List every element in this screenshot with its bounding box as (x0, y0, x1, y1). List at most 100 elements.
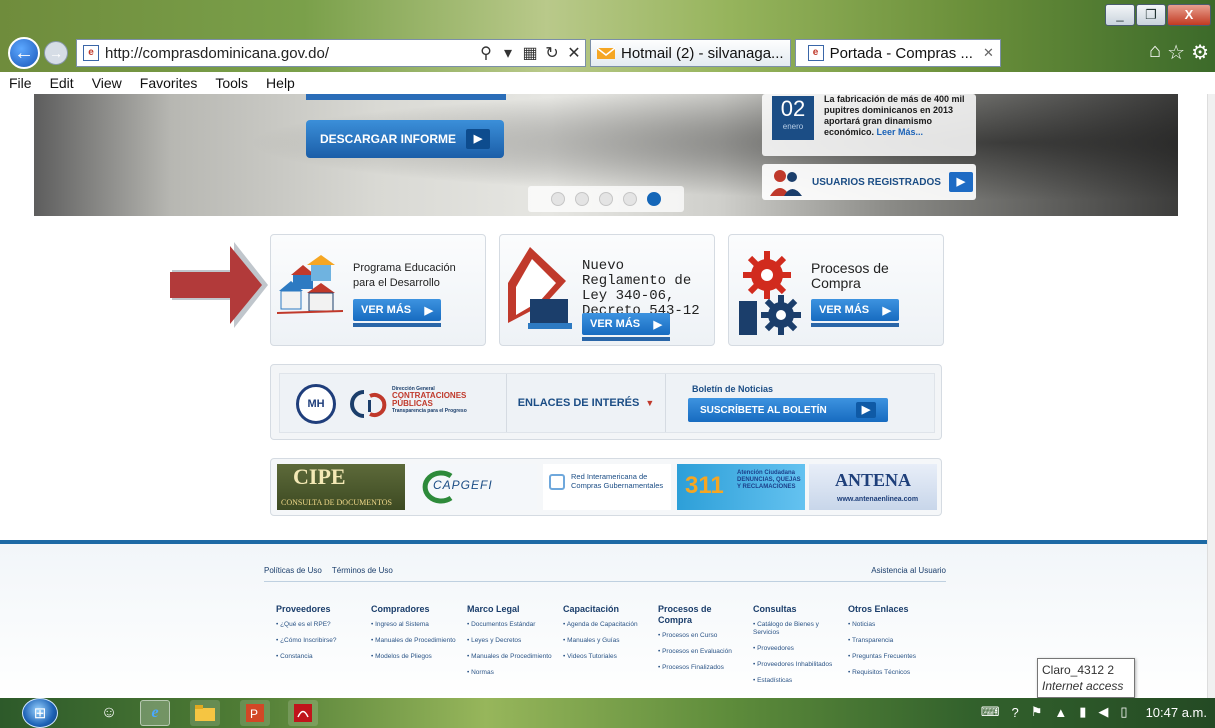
address-bar[interactable]: e http://comprasdominicana.gov.do/ ⚲ ▾ ▦… (76, 39, 586, 67)
search-icon[interactable]: ⚲ (475, 43, 497, 63)
tab-close-icon[interactable]: ✕ (983, 45, 994, 61)
footer-link[interactable]: • Procesos en Curso (658, 632, 744, 640)
start-button[interactable]: ⊞ (22, 698, 58, 728)
footer-link[interactable]: • Catálogo de Bienes y Servicios (753, 621, 839, 637)
address-url[interactable]: http://comprasdominicana.gov.do/ (105, 45, 475, 62)
cipe-logo[interactable]: CIPE CONSULTA DE DOCUMENTOS (277, 464, 405, 510)
play-arrow-icon: ▶ (466, 129, 490, 149)
links-panel-inner: MH Dirección General CONTRATACIONES PÚBL… (279, 373, 935, 433)
registered-users-button[interactable]: USUARIOS REGISTRADOS ▶ (762, 164, 976, 200)
links-of-interest-label: ENLACES DE INTERÉS (517, 397, 640, 409)
footer-link[interactable]: • Preguntas Frecuentes (848, 653, 934, 661)
dropdown-icon[interactable]: ▾ (497, 43, 519, 63)
promo-card-procesos[interactable]: Procesos de Compra VER MÁS ▶ (728, 234, 944, 346)
capgefi-logo[interactable]: CAPGEFI (409, 464, 537, 510)
page-scrollbar[interactable] (1207, 94, 1215, 698)
footer-link[interactable]: • Transparencia (848, 637, 934, 645)
menu-tools[interactable]: Tools (206, 75, 257, 91)
footer-link[interactable]: • Constancia (276, 653, 362, 661)
footer-column-otros-enlaces: Otros Enlaces • Noticias • Transparencia… (848, 604, 934, 685)
footer-link[interactable]: • ¿Qué es el RPE? (276, 621, 362, 629)
restore-button[interactable]: ❐ (1136, 4, 1166, 26)
download-report-button[interactable]: DESCARGAR INFORME ▶ (306, 120, 504, 158)
menu-help[interactable]: Help (257, 75, 304, 91)
footer-link[interactable]: • Procesos Finalizados (658, 664, 744, 672)
linea-311-logo[interactable]: 311 Atención Ciudadana DENUNCIAS, QUEJAS… (677, 464, 805, 510)
policies-link[interactable]: Políticas de Uso (264, 566, 322, 575)
menu-favorites[interactable]: Favorites (131, 75, 207, 91)
carousel-dot[interactable] (551, 192, 565, 206)
footer-link[interactable]: • Manuales de Procedimiento (371, 637, 457, 645)
ver-mas-button[interactable]: VER MÁS ▶ (811, 299, 899, 327)
carousel-dot-active[interactable] (647, 192, 661, 206)
power-icon[interactable]: ▯ (1120, 704, 1127, 720)
stop-icon[interactable]: ✕ (563, 43, 585, 63)
users-icon[interactable]: ☺ (94, 700, 124, 726)
system-tray: ⌨ ? ⚑ ▲ ▮ ◀ ▯ 10:47 a.m. (981, 704, 1207, 720)
volume-icon[interactable]: ◀ (1098, 704, 1108, 720)
footer-link[interactable]: • Agenda de Capacitación (563, 621, 649, 629)
links-of-interest-dropdown[interactable]: ENLACES DE INTERÉS ▼ (506, 374, 666, 432)
footer-link[interactable]: • Procesos en Evaluación (658, 648, 744, 656)
terms-link[interactable]: Términos de Uso (332, 566, 393, 575)
news-read-more-link[interactable]: Leer Más... (877, 127, 924, 137)
ver-mas-button[interactable]: VER MÁS ▶ (353, 299, 441, 327)
carousel-dot[interactable] (575, 192, 589, 206)
windows-taskbar: ⊞ ☺ e P ⌨ ? ⚑ ▲ ▮ ◀ ▯ 10:47 a.m. (0, 698, 1215, 728)
footer-link[interactable]: • Normas (467, 669, 553, 677)
footer-link[interactable]: • Manuales de Procedimiento (467, 653, 553, 661)
back-icon[interactable]: ← (8, 37, 40, 69)
window-controls: _ ❐ X (1104, 4, 1211, 26)
footer-link[interactable]: • Leyes y Decretos (467, 637, 553, 645)
svg-text:P: P (250, 707, 258, 721)
footer-link[interactable]: • Proveedores Inhabilitados (753, 661, 839, 669)
pdf-icon[interactable] (288, 700, 318, 726)
footer-link[interactable]: • Manuales y Guías (563, 637, 649, 645)
signal-icon[interactable]: ▮ (1079, 704, 1086, 720)
home-icon[interactable]: ⌂ (1149, 40, 1161, 65)
footer-link[interactable]: • Noticias (848, 621, 934, 629)
compat-view-icon[interactable]: ▦ (519, 43, 541, 63)
menu-edit[interactable]: Edit (41, 75, 83, 91)
footer-link[interactable]: • Modelos de Pliegos (371, 653, 457, 661)
promo-card-educacion[interactable]: Programa Educación para el Desarrollo VE… (270, 234, 486, 346)
links-of-interest-panel: MH Dirección General CONTRATACIONES PÚBL… (270, 364, 942, 440)
menu-view[interactable]: View (83, 75, 131, 91)
footer-link[interactable]: • Proveedores (753, 645, 839, 653)
folder-icon[interactable] (190, 700, 220, 726)
gear-icon[interactable]: ⚙ (1191, 40, 1209, 65)
close-button[interactable]: X (1167, 4, 1211, 26)
refresh-icon[interactable]: ↻ (541, 43, 563, 63)
carousel-dot[interactable] (623, 192, 637, 206)
registered-users-label: USUARIOS REGISTRADOS (812, 176, 941, 188)
subscribe-newsletter-button[interactable]: SUSCRÍBETE AL BOLETÍN ▶ (688, 398, 888, 422)
footer-link[interactable]: • Estadísticas (753, 677, 839, 685)
footer-link[interactable]: • Videos Tutoriales (563, 653, 649, 661)
minimize-button[interactable]: _ (1105, 4, 1135, 26)
promo-card-reglamento[interactable]: Nuevo Reglamento de Ley 340-06, Decreto … (499, 234, 715, 346)
star-icon[interactable]: ☆ (1167, 40, 1185, 65)
news-card[interactable]: 02 enero La fabricación de más de 400 mi… (762, 94, 976, 156)
user-assistance-link[interactable]: Asistencia al Usuario (871, 566, 946, 575)
system-clock[interactable]: 10:47 a.m. (1146, 705, 1207, 720)
tab-hotmail[interactable]: Hotmail (2) - silvanaga... (590, 39, 791, 67)
footer-link[interactable]: • ¿Cómo Inscribirse? (276, 637, 362, 645)
footer-link[interactable]: • Documentos Estándar (467, 621, 553, 629)
forward-icon[interactable]: → (44, 41, 68, 65)
powerpoint-icon[interactable]: P (240, 700, 270, 726)
keyboard-icon[interactable]: ⌨ (981, 704, 1000, 720)
network-icon[interactable]: ⚑ (1031, 704, 1043, 720)
antena-logo[interactable]: ANTENA www.antenaenlinea.com (809, 464, 937, 510)
tab-portada[interactable]: e Portada - Compras ... ✕ (794, 39, 1001, 67)
footer-link[interactable]: • Requisitos Técnicos (848, 669, 934, 677)
footer-link[interactable]: • Ingreso al Sistema (371, 621, 457, 629)
ver-mas-button[interactable]: VER MÁS ▶ (582, 313, 670, 341)
ricg-logo[interactable]: Red Interamericana de Compras Gubernamen… (543, 464, 671, 510)
news-day: 02 (780, 96, 806, 121)
menu-file[interactable]: File (0, 75, 41, 91)
carousel-dot[interactable] (599, 192, 613, 206)
chevron-up-icon[interactable]: ▲ (1054, 705, 1067, 720)
internet-explorer-icon[interactable]: e (140, 700, 170, 726)
help-icon[interactable]: ? (1011, 705, 1018, 720)
mh-seal-logo[interactable]: MH (296, 384, 336, 424)
